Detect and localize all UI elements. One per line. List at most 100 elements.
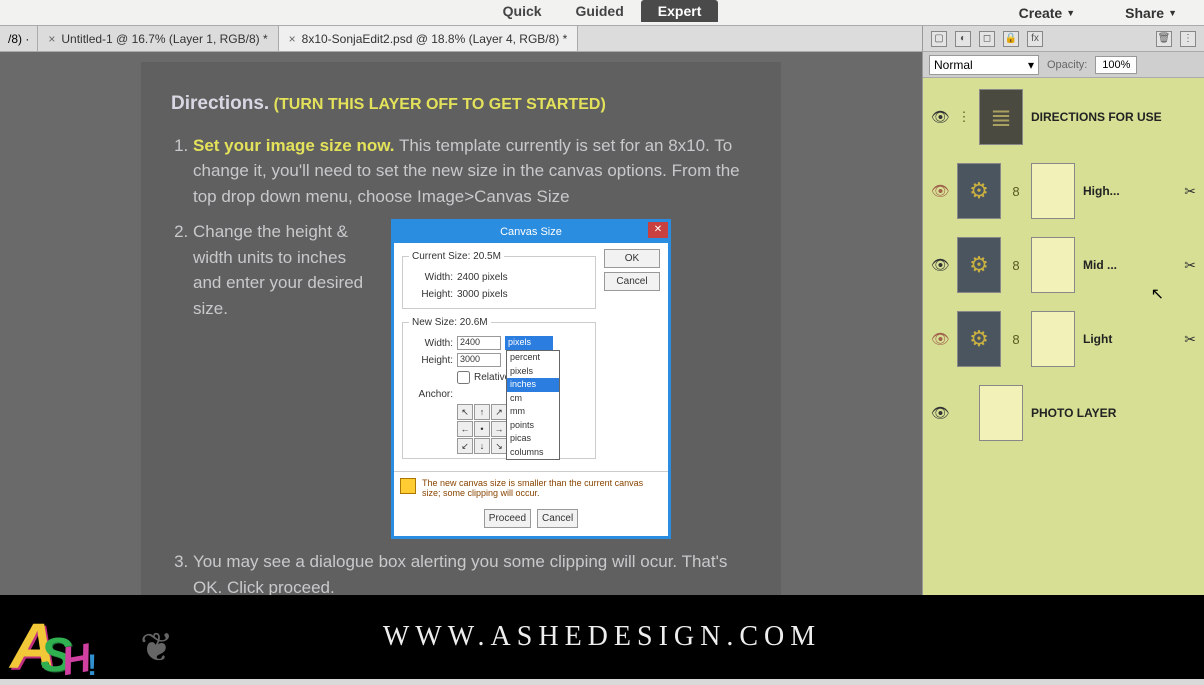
visibility-toggle[interactable]: 👁	[931, 256, 949, 274]
layers-list: 👁 ⋮ DIRECTIONS FOR USE 👁 8 High... ✂ 👁 8…	[923, 78, 1204, 595]
close-icon[interactable]: ×	[48, 32, 55, 46]
fx-icon[interactable]: fx	[1027, 31, 1043, 47]
ok-button[interactable]: OK	[604, 249, 660, 268]
width-input[interactable]: 2400	[457, 336, 501, 350]
link-icon[interactable]: 8	[1009, 184, 1023, 199]
layer-thumbnail[interactable]	[957, 237, 1001, 293]
layer-name[interactable]: PHOTO LAYER	[1031, 406, 1196, 420]
proceed-button[interactable]: Proceed	[484, 509, 531, 528]
relative-label: Relative	[474, 370, 510, 385]
current-size-legend: Current Size: 20.5M	[409, 249, 504, 264]
tab-label: Untitled-1 @ 16.7% (Layer 1, RGB/8) *	[61, 32, 267, 46]
visibility-toggle[interactable]: 👁	[931, 182, 949, 200]
document-tab-2[interactable]: × 8x10-SonjaEdit2.psd @ 18.8% (Layer 4, …	[279, 26, 579, 51]
create-label: Create	[1019, 5, 1063, 21]
width-units-select[interactable]: pixels percent pixels inches cm mm	[505, 336, 553, 350]
layer-name[interactable]: DIRECTIONS FOR USE	[1031, 110, 1196, 124]
canvas-size-dialog: Canvas Size✕ Current Size: 20.5M Width: 2…	[391, 219, 671, 539]
layers-panel: ▢ ◐ ◻ 🔒 fx 🗑 ⋮ Normal▾ Opacity: 100% 👁 ⋮…	[922, 26, 1204, 595]
scissors-icon[interactable]: ✂	[1184, 331, 1196, 348]
directions-label: Directions.	[171, 93, 269, 114]
layer-thumbnail[interactable]	[957, 311, 1001, 367]
new-size-group: New Size: 20.6M Width:2400 pixels percen…	[402, 315, 596, 459]
width-label: Width:	[409, 270, 453, 285]
layer-name[interactable]: High...	[1083, 184, 1176, 198]
dialog-titlebar: Canvas Size✕	[394, 222, 668, 243]
layer-name[interactable]: Mid ...	[1083, 258, 1176, 272]
current-height-value: 3000 pixels	[457, 287, 508, 302]
unit-opt-pixels[interactable]: pixels	[507, 365, 559, 379]
height-label: Height:	[409, 287, 453, 302]
visibility-toggle[interactable]: 👁	[931, 108, 949, 126]
close-icon[interactable]: ×	[289, 32, 296, 46]
unit-opt-picas[interactable]: picas	[507, 432, 559, 446]
mask-thumbnail[interactable]	[1031, 163, 1075, 219]
unit-opt-percent[interactable]: percent	[507, 351, 559, 365]
layer-thumbnail[interactable]	[957, 163, 1001, 219]
link-icon[interactable]: 8	[1009, 332, 1023, 347]
trash-icon[interactable]: 🗑	[1156, 31, 1172, 47]
anchor-label: Anchor:	[409, 387, 453, 402]
layer-row[interactable]: 👁 8 Light ✂	[927, 308, 1200, 370]
step-1-emph: Set your image size now.	[193, 136, 395, 155]
layer-row[interactable]: 👁 PHOTO LAYER	[927, 382, 1200, 444]
lock-icon[interactable]: 🔒	[1003, 31, 1019, 47]
warning-icon	[400, 478, 416, 494]
scissors-icon[interactable]: ✂	[1184, 257, 1196, 274]
layer-row[interactable]: 👁 8 High... ✂	[927, 160, 1200, 222]
unit-opt-points[interactable]: points	[507, 419, 559, 433]
alert-text: The new canvas size is smaller than the …	[422, 478, 662, 500]
footer-url: WWW.ASHEDESIGN.COM	[383, 621, 821, 653]
share-menu[interactable]: Share▼	[1108, 2, 1194, 24]
document-content: Directions. (TURN THIS LAYER OFF TO GET …	[141, 62, 781, 595]
height-input[interactable]: 3000	[457, 353, 501, 367]
link-icon[interactable]: 8	[1009, 258, 1023, 273]
blend-mode-value: Normal	[934, 58, 973, 72]
unit-opt-inches[interactable]: inches	[507, 378, 559, 392]
unit-opt-columns[interactable]: columns	[507, 446, 559, 460]
current-width-value: 2400 pixels	[457, 270, 508, 285]
tab-overflow-indicator[interactable]: /8) ·	[0, 26, 38, 51]
tab-label: 8x10-SonjaEdit2.psd @ 18.8% (Layer 4, RG…	[302, 32, 568, 46]
document-tab-1[interactable]: × Untitled-1 @ 16.7% (Layer 1, RGB/8) *	[38, 26, 278, 51]
mode-quick[interactable]: Quick	[486, 0, 559, 22]
visibility-toggle[interactable]: 👁	[931, 330, 949, 348]
canvas-area[interactable]: Directions. (TURN THIS LAYER OFF TO GET …	[0, 52, 922, 595]
footer-banner: ASH! ❦ WWW.ASHEDESIGN.COM	[0, 595, 1204, 679]
close-icon[interactable]: ✕	[648, 222, 668, 238]
cancel-button[interactable]: Cancel	[537, 509, 578, 528]
units-dropdown[interactable]: percent pixels inches cm mm points picas	[506, 350, 560, 460]
relative-checkbox[interactable]	[457, 371, 470, 384]
layer-options-bar: Normal▾ Opacity: 100%	[923, 52, 1204, 78]
mask-icon[interactable]: ◻	[979, 31, 995, 47]
blend-mode-select[interactable]: Normal▾	[929, 55, 1039, 75]
visibility-toggle[interactable]: 👁	[931, 404, 949, 422]
mode-expert[interactable]: Expert	[641, 0, 719, 22]
mode-guided[interactable]: Guided	[559, 0, 641, 22]
mask-thumbnail[interactable]	[1031, 311, 1075, 367]
menu-icon[interactable]: ⋮	[1180, 31, 1196, 47]
flourish-icon: ❦	[140, 625, 174, 671]
units-value: pixels	[508, 336, 531, 350]
link-icon[interactable]: ⋮	[957, 109, 971, 125]
scissors-icon[interactable]: ✂	[1184, 183, 1196, 200]
layer-row[interactable]: 👁 ⋮ DIRECTIONS FOR USE	[927, 86, 1200, 148]
layer-thumbnail[interactable]	[979, 385, 1023, 441]
share-label: Share	[1125, 5, 1164, 21]
layer-thumbnail[interactable]	[979, 89, 1023, 145]
height-label: Height:	[409, 353, 453, 368]
new-layer-icon[interactable]: ▢	[931, 31, 947, 47]
mode-bar: Quick Guided Expert Create▼ Share▼	[0, 0, 1204, 26]
step-2-text: Change the height & width units to inche…	[193, 219, 373, 321]
cancel-button[interactable]: Cancel	[604, 272, 660, 291]
adjustment-icon[interactable]: ◐	[955, 31, 971, 47]
cursor-icon: ↖	[1151, 284, 1164, 304]
step-2: Change the height & width units to inche…	[193, 219, 751, 539]
create-menu[interactable]: Create▼	[1002, 2, 1093, 24]
alert-row: The new canvas size is smaller than the …	[394, 471, 668, 506]
layer-name[interactable]: Light	[1083, 332, 1176, 346]
unit-opt-cm[interactable]: cm	[507, 392, 559, 406]
mask-thumbnail[interactable]	[1031, 237, 1075, 293]
opacity-input[interactable]: 100%	[1095, 56, 1137, 74]
unit-opt-mm[interactable]: mm	[507, 405, 559, 419]
